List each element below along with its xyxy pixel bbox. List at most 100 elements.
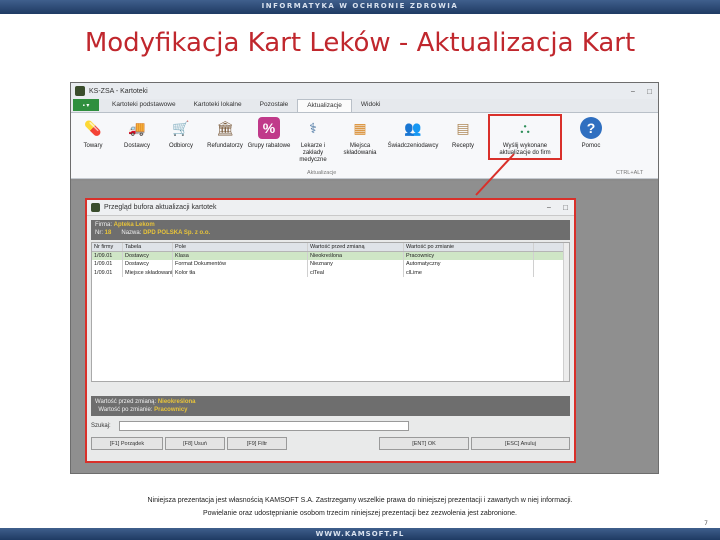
table-cell: Miejsce składowania — [125, 268, 173, 277]
table-row[interactable]: 1/09.01 Dostawcy Format Dokumentów Niezn… — [92, 260, 569, 269]
table-row[interactable]: 1/09.01 Dostawcy Klasa Nieokreślona Prac… — [92, 251, 569, 260]
tab-widoki[interactable]: Widoki — [352, 99, 390, 112]
refundatorzy-button[interactable]: 🏛 Refundatorzy — [203, 117, 247, 150]
slide-header-text: INFORMATYKA W OCHRONIE ZDROWIA — [261, 2, 459, 10]
column-header[interactable]: Wartość po zmianie — [404, 243, 534, 251]
building-icon: 🏛 — [216, 119, 234, 136]
slide-header-bar: INFORMATYKA W OCHRONIE ZDROWIA — [0, 0, 720, 14]
app-window: KS-ZSA - Kartoteki − □ ▪ ▾ Kartoteki pod… — [70, 82, 659, 474]
table-cell: Pracownicy — [404, 251, 534, 260]
pomoc-button[interactable]: ? Pomoc — [569, 117, 613, 150]
table-cell: clTeal — [308, 268, 404, 277]
value-detail-panel: Wartość przed zmianą: Nieokreślona Warto… — [91, 396, 570, 416]
table-row[interactable]: 1/09.01 Miejsce składowania Kolor tła cl… — [92, 268, 569, 277]
nr-label: Nr: — [95, 230, 103, 236]
changes-table[interactable]: Nr firmy Tabela Pole Wartość przed zmian… — [91, 242, 570, 382]
table-cell: 1/09.01 — [92, 260, 123, 269]
filter-button[interactable]: [F9] Filtr — [227, 437, 287, 450]
lekarze-button[interactable]: ⚕ Lekarze i zakłady medyczne — [291, 117, 335, 164]
workspace: Przegląd bufora aktualizacji kartotek − … — [71, 181, 658, 473]
percent-icon: % — [258, 117, 280, 139]
dostawcy-button[interactable]: 🚚 Dostawcy — [115, 117, 159, 150]
table-cell: Nieokreślona — [308, 251, 404, 260]
firm-info-panel: Firma: Apteka Lekom Nr: 18 Nazwa: DPD PO… — [91, 220, 570, 240]
ribbon-toolbar: 💊 Towary 🚚 Dostawcy 🛒 Odbiorcy 🏛 Refunda… — [71, 113, 658, 179]
column-header[interactable]: Wartość przed zmianą — [308, 243, 404, 251]
delete-button[interactable]: [F8] Usuń — [165, 437, 225, 450]
table-header: Nr firmy Tabela Pole Wartość przed zmian… — [92, 243, 569, 252]
copyright-note: Niniejsza prezentacja jest własnością KA… — [60, 494, 660, 520]
help-icon: ? — [580, 117, 602, 139]
towary-button[interactable]: 💊 Towary — [71, 117, 115, 150]
after-value: Pracownicy — [154, 407, 188, 413]
table-cell: Nieznany — [308, 260, 404, 269]
slide-footer-text: WWW.KAMSOFT.PL — [315, 530, 405, 538]
table-cell: clLime — [404, 268, 534, 277]
ribbon-tabs: ▪ ▾ Kartoteki podstawowe Kartoteki lokal… — [71, 99, 658, 113]
firma-value: Apteka Lekom — [113, 222, 155, 228]
table-cell: Dostawcy — [123, 251, 173, 260]
dialog-logo-icon — [91, 203, 100, 212]
miejsca-skladowania-button[interactable]: ▦ Miejsca składowania — [335, 117, 385, 157]
app-title: KS-ZSA - Kartoteki — [89, 87, 148, 95]
file-menu-button[interactable]: ▪ ▾ — [73, 99, 99, 111]
copyright-line-1: Niniejsza prezentacja jest własnością KA… — [147, 497, 573, 504]
wyslij-aktualizacje-button[interactable]: ⛬ Wyślij wykonane aktualizacje do firm — [488, 114, 562, 160]
table-cell: Klasa — [173, 251, 308, 260]
app-logo-icon — [75, 86, 85, 96]
truck-icon: 🚚 — [128, 119, 146, 136]
search-label: Szukaj: — [91, 423, 111, 429]
slide-title: Modyfikacja Kart Leków - Aktualizacja Ka… — [84, 28, 636, 58]
odbiorcy-button[interactable]: 🛒 Odbiorcy — [159, 117, 203, 150]
column-header[interactable]: Tabela — [123, 243, 173, 251]
grupy-rabatowe-button[interactable]: % Grupy rabatowe — [247, 117, 291, 150]
app-title-bar: KS-ZSA - Kartoteki − □ — [71, 83, 658, 99]
table-cell: 1/09.01 — [92, 268, 123, 277]
dialog-title-bar: Przegląd bufora aktualizacji kartotek − … — [87, 200, 574, 216]
network-icon: ⛬ — [520, 119, 530, 136]
search-row: Szukaj: — [91, 421, 570, 431]
dialog-button-bar: [F1] Porządek [F8] Usuń [F9] Filtr [ENT]… — [91, 437, 570, 450]
table-cell: 1/09.01 — [92, 251, 123, 260]
table-cell: Format Dokumentów — [173, 260, 308, 269]
prescription-icon: ▤ — [456, 119, 470, 136]
order-button[interactable]: [F1] Porządek — [91, 437, 163, 450]
people-icon: 👥 — [404, 119, 422, 136]
before-value: Nieokreślona — [157, 399, 196, 405]
firma-label: Firma: — [95, 222, 112, 228]
dialog-title: Przegląd bufora aktualizacji kartotek — [104, 204, 217, 211]
tab-pozostale[interactable]: Pozostałe — [251, 99, 298, 112]
slide-footer-bar: WWW.KAMSOFT.PL — [0, 528, 720, 540]
table-cell: Dostawcy — [123, 260, 173, 269]
dialog-minimize-button[interactable]: − — [546, 203, 551, 212]
table-scrollbar[interactable] — [563, 243, 569, 381]
tab-kartoteki-lokalne[interactable]: Kartoteki lokalne — [185, 99, 251, 112]
minimize-button[interactable]: − — [630, 87, 635, 96]
tab-aktualizacje[interactable]: Aktualizacje — [297, 99, 352, 112]
group-label-help: CTRL+ALT — [616, 170, 644, 176]
nazwa-label: Nazwa: — [121, 230, 142, 236]
nr-value: 18 — [104, 230, 112, 236]
before-label: Wartość przed zmianą: — [95, 399, 157, 405]
dialog-maximize-button[interactable]: □ — [563, 203, 568, 212]
column-header[interactable]: Nr firmy — [92, 243, 123, 251]
search-input[interactable] — [118, 421, 409, 431]
ok-button[interactable]: [ENT] OK — [379, 437, 469, 450]
group-label-aktualizacje: Aktualizacje — [307, 170, 337, 176]
pills-icon: 💊 — [84, 119, 102, 136]
column-header[interactable]: Pole — [173, 243, 308, 251]
table-cell: Automatyczny — [404, 260, 534, 269]
copyright-line-2: Powielanie oraz udostępnianie osobom trz… — [202, 510, 517, 517]
swiadczeniodawcy-button[interactable]: 👥 Świadczeniodawcy — [385, 117, 441, 150]
recepty-button[interactable]: ▤ Recepty — [441, 117, 485, 150]
tab-kartoteki-podstawowe[interactable]: Kartoteki podstawowe — [103, 99, 185, 112]
page-number: 7 — [704, 520, 708, 527]
nazwa-value: DPD POLSKA Sp. z o.o. — [143, 230, 211, 236]
maximize-button[interactable]: □ — [647, 87, 652, 96]
shelf-icon: ▦ — [353, 119, 367, 136]
doctor-icon: ⚕ — [309, 119, 317, 136]
after-label: Wartość po zmianie: — [98, 407, 153, 413]
buffer-review-dialog: Przegląd bufora aktualizacji kartotek − … — [85, 198, 576, 463]
table-cell: Kolor tła — [173, 268, 308, 277]
cancel-button[interactable]: [ESC] Anuluj — [471, 437, 570, 450]
